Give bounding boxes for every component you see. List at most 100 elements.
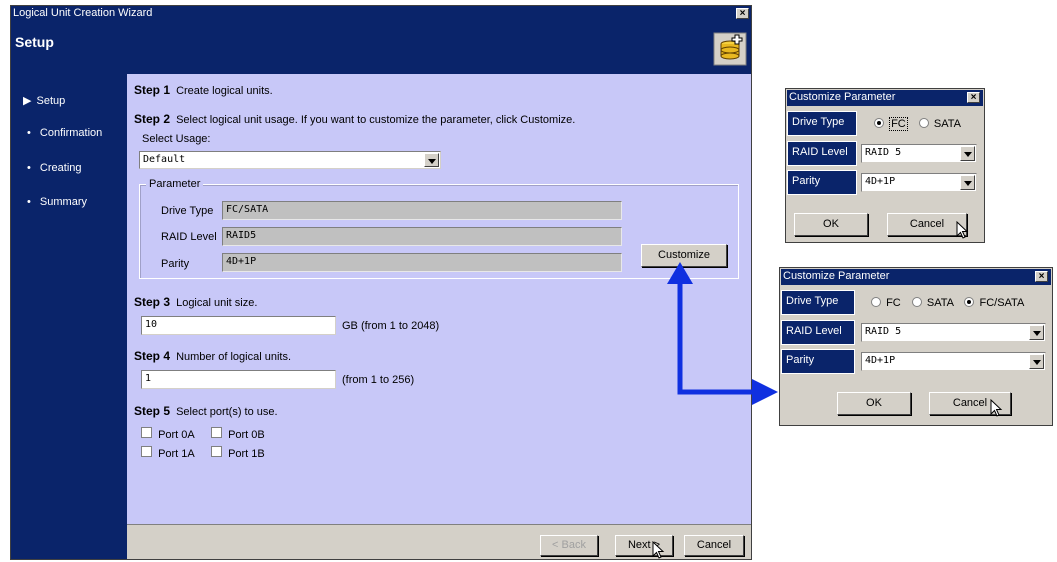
port-0b-checkbox[interactable]: Port 0B: [211, 427, 265, 441]
raid-level-value: RAID 5: [865, 326, 902, 337]
mouse-pointer-icon: [652, 540, 666, 559]
current-step-arrow-icon: ▶: [23, 95, 32, 107]
radio-fc-sata-label: FC/SATA: [979, 297, 1025, 309]
step1: Step 1 Create logical units.: [134, 83, 273, 97]
radio-fc-label: FC: [886, 297, 901, 309]
chevron-down-icon[interactable]: [1029, 325, 1044, 340]
port-0a-checkbox[interactable]: Port 0A: [141, 427, 195, 441]
checkbox-icon[interactable]: [141, 427, 152, 438]
chevron-down-icon[interactable]: [1029, 354, 1044, 369]
drive-type-label: Drive Type: [787, 111, 857, 136]
step-number: Step 2: [134, 112, 171, 126]
checkbox-icon[interactable]: [211, 427, 222, 438]
checkbox-icon[interactable]: [211, 446, 222, 457]
drive-type-radios: FC SATA FC/SATA: [871, 297, 1024, 309]
usage-dropdown[interactable]: Default: [139, 151, 441, 169]
chevron-down-icon[interactable]: [424, 153, 439, 167]
parity-value: 4D+1P: [865, 176, 896, 187]
cancel-button[interactable]: Cancel: [887, 213, 967, 236]
sidebar-item-summary[interactable]: • Summary: [27, 196, 87, 208]
sidebar-item-confirmation[interactable]: • Confirmation: [27, 127, 102, 139]
raid-level-field: RAID5: [222, 227, 622, 246]
step3: Step 3 Logical unit size.: [134, 295, 257, 309]
port-label: Port 0B: [228, 429, 265, 441]
step-number: Step 1: [134, 83, 171, 97]
mouse-pointer-icon: [956, 220, 970, 239]
port-1b-checkbox[interactable]: Port 1B: [211, 446, 265, 460]
port-1a-checkbox[interactable]: Port 1A: [141, 446, 195, 460]
parity-dropdown[interactable]: 4D+1P: [861, 173, 977, 192]
lu-size-input[interactable]: 10: [141, 316, 336, 335]
step-number: Step 4: [134, 349, 171, 363]
dialog-title: Customize Parameter: [783, 270, 890, 282]
port-label: Port 1B: [228, 448, 265, 460]
lu-size-value: 10: [145, 319, 158, 330]
lu-size-hint: GB (from 1 to 2048): [342, 320, 440, 332]
wizard-sidebar: ▶ Setup • Confirmation • Creating • Summ…: [11, 74, 127, 559]
sidebar-item-label: Creating: [39, 162, 82, 174]
step-text: Select logical unit usage. If you want t…: [176, 114, 576, 126]
step4: Step 4 Number of logical units.: [134, 349, 291, 363]
drive-type-radios: FC SATA: [874, 117, 961, 131]
customize-dialog-fc-sata: Customize Parameter × Drive Type FC SATA…: [785, 88, 985, 243]
close-icon[interactable]: ×: [1035, 271, 1048, 282]
raid-level-label: RAID Level: [161, 231, 217, 243]
step-text: Create logical units.: [176, 85, 273, 97]
lu-count-input[interactable]: 1: [141, 370, 336, 389]
radio-sata[interactable]: [911, 297, 922, 307]
sidebar-item-label: Setup: [36, 95, 66, 107]
step-text: Logical unit size.: [176, 297, 258, 309]
radio-fc[interactable]: [874, 118, 884, 128]
page-title: Setup: [15, 34, 54, 50]
raid-level-label: RAID Level: [781, 320, 855, 345]
step-number: Step 3: [134, 295, 171, 309]
step-text: Select port(s) to use.: [176, 406, 278, 418]
step5: Step 5 Select port(s) to use.: [134, 404, 278, 418]
drive-type-label: Drive Type: [781, 290, 855, 315]
ok-button[interactable]: OK: [794, 213, 868, 236]
dialog-title: Customize Parameter: [789, 91, 896, 103]
raid-level-value: RAID5: [226, 230, 257, 241]
radio-sata-label: SATA: [933, 118, 961, 130]
parity-value: 4D+1P: [226, 256, 257, 267]
ok-button[interactable]: OK: [837, 392, 911, 415]
cancel-label: Cancel: [909, 218, 945, 230]
bullet-icon: •: [27, 162, 31, 174]
dialog-titlebar: Customize Parameter ×: [787, 90, 983, 106]
checkbox-icon[interactable]: [141, 446, 152, 457]
bullet-icon: •: [27, 196, 31, 208]
radio-fc[interactable]: [871, 297, 881, 307]
close-icon[interactable]: ×: [967, 92, 980, 103]
drive-type-field: FC/SATA: [222, 201, 622, 220]
step-number: Step 5: [134, 404, 171, 418]
step2: Step 2 Select logical unit usage. If you…: [134, 112, 575, 126]
sidebar-item-setup[interactable]: ▶ Setup: [23, 94, 65, 107]
parity-label: Parity: [161, 258, 190, 270]
lu-count-value: 1: [145, 373, 152, 384]
customize-dialog-fc-sata-mixed: Customize Parameter × Drive Type FC SATA…: [779, 267, 1053, 426]
raid-level-dropdown[interactable]: RAID 5: [861, 323, 1046, 342]
drive-type-value: FC/SATA: [226, 204, 269, 215]
raid-level-label: RAID Level: [787, 141, 857, 166]
bullet-icon: •: [27, 127, 31, 139]
parameter-legend: Parameter: [146, 178, 204, 190]
wizard-titlebar: Logical Unit Creation Wizard ×: [11, 6, 751, 22]
sidebar-item-label: Confirmation: [39, 127, 103, 139]
back-button[interactable]: < Back: [540, 535, 598, 556]
select-usage-label: Select Usage:: [142, 133, 211, 145]
port-label: Port 1A: [158, 448, 195, 460]
radio-fc-label: FC: [889, 117, 908, 131]
parity-value: 4D+1P: [865, 355, 896, 366]
radio-fc-sata[interactable]: [964, 297, 975, 307]
radio-sata[interactable]: [918, 118, 929, 128]
close-icon[interactable]: ×: [736, 8, 749, 19]
dialog-titlebar: Customize Parameter ×: [781, 269, 1051, 285]
raid-level-dropdown[interactable]: RAID 5: [861, 144, 977, 163]
radio-sata-label: SATA: [926, 297, 954, 309]
mouse-pointer-icon: [990, 398, 1004, 417]
parity-dropdown[interactable]: 4D+1P: [861, 352, 1046, 371]
sidebar-item-creating[interactable]: • Creating: [27, 162, 82, 174]
chevron-down-icon[interactable]: [960, 146, 975, 161]
chevron-down-icon[interactable]: [960, 175, 975, 190]
cancel-button[interactable]: Cancel: [684, 535, 744, 556]
